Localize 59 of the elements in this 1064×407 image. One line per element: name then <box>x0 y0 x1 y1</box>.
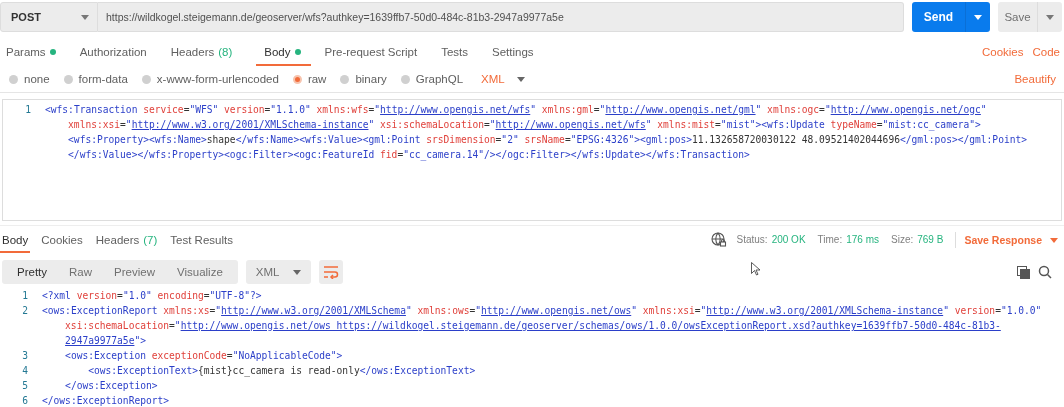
code-line: </ows:ExceptionReport> <box>42 394 171 407</box>
code-line: <ows:ExceptionReport xmlns:xs="http://www.w3.org/2001/XMLSchema" xmlns:ows="http://www.opengis.net/ows" xmlns:xsi="http://www.w3.org/2001/XMLSchema-instance" version="1.0.0" xsi:schemaLocation="http://www.opengis.net/ows https://wildkogel.steigemann.de/geoserver/schemas/ows/1.0.0/owsExceptionReport.xsd?authkey=1639ffb7-50d0-484c-81b3-2947a9977a5e"> <box>42 304 1043 348</box>
request-tab[interactable]: Authorization <box>79 38 157 66</box>
caret-icon <box>516 76 525 82</box>
caret-icon <box>1046 14 1054 20</box>
meta-label: Time: <box>817 233 843 247</box>
mouse-pointer-icon <box>751 262 760 276</box>
line-number: 3 <box>21 349 29 363</box>
search-icon[interactable] <box>1038 265 1052 279</box>
view-mode-tab[interactable]: Raw <box>58 265 104 279</box>
code-line: <?xml version="1.0" encoding="UTF-8"?> <box>42 289 263 303</box>
caret-icon <box>81 14 89 20</box>
body-type-radio[interactable]: raw <box>292 72 327 86</box>
request-body-editor[interactable] <box>2 99 1062 221</box>
line-number: 6 <box>21 394 29 407</box>
line-number: 4 <box>21 364 29 378</box>
response-tab[interactable]: Headers (7) <box>93 227 160 253</box>
request-tab[interactable]: Settings <box>492 38 544 66</box>
body-type-radio[interactable]: form-data <box>63 72 128 86</box>
body-type-radio[interactable]: x-www-form-urlencoded <box>141 72 279 86</box>
request-tab[interactable]: Body <box>256 38 311 66</box>
line-number: 1 <box>21 289 29 303</box>
request-tab[interactable]: Pre-request Script <box>324 38 428 66</box>
body-type-radio[interactable]: binary <box>340 72 387 86</box>
meta-label: Status: <box>736 233 768 247</box>
meta-label: Size: <box>891 233 914 247</box>
view-mode-tab[interactable]: Pretty <box>6 265 59 279</box>
code-line: <ows:Exception exceptionCode="NoApplicableCode"> <box>64 349 344 363</box>
globe-lock-icon[interactable] <box>710 232 727 248</box>
view-mode-tab[interactable]: Preview <box>103 265 166 279</box>
save-button[interactable]: Save <box>998 2 1062 32</box>
request-tab[interactable]: Headers (8) <box>170 38 243 66</box>
wrap-lines-button[interactable] <box>319 260 344 284</box>
method-dropdown[interactable]: POST <box>0 2 98 32</box>
response-tab[interactable]: Test Results <box>168 227 235 253</box>
meta-value: 769 B <box>917 233 944 247</box>
caret-icon <box>974 14 982 20</box>
response-tab[interactable]: Cookies <box>39 227 85 253</box>
body-type-radio[interactable]: none <box>9 72 50 86</box>
line-number: 2 <box>21 304 29 318</box>
caret-icon <box>1050 237 1058 243</box>
caret-icon <box>293 269 302 275</box>
code-line: <ows:ExceptionText>{mist}cc_camera is read-only</ows:ExceptionText> <box>87 364 477 378</box>
wrap-lines-icon <box>323 265 340 279</box>
format-dropdown[interactable]: XML <box>245 260 312 284</box>
code-line: </ows:Exception> <box>64 379 159 393</box>
body-type-radio[interactable]: GraphQL <box>400 72 464 86</box>
line-number: 1 <box>24 103 32 117</box>
url-field[interactable]: https://wildkogel.steigemann.de/geoserver/wfs?authkey=1639ffb7-50d0-484c-81b3-2947a9977a5e <box>98 2 904 32</box>
meta-value: 200 OK <box>771 233 806 247</box>
request-tab[interactable]: Tests <box>441 38 479 66</box>
line-number: 5 <box>21 379 29 393</box>
send-button[interactable]: Send <box>912 2 990 32</box>
response-tab[interactable]: Body <box>0 227 31 253</box>
copy-icon[interactable] <box>1017 265 1030 279</box>
meta-value: 176 ms <box>846 233 879 247</box>
code-line: <wfs:Transaction service="WFS" version="1.1.0" xmlns:wfs="http://www.opengis.net/wfs" xmlns:gml="http://www.opengis.net/gml" xmlns:ogc="http://www.opengis.net/ogc" xmlns:xsi="http://www.w3.org/2001/XMLSchema-instance" xsi:schemaLocation="http://www.opengis.net/wfs" xmlns:mist="mist"><wfs:Update typeName="mist:cc_camera"><wfs:Property><wfs:Name>shape</wfs:Name><wfs:Value><gml:Point srsDimension="2" srsName="EPSG:4326"><gml:pos>11.132658720030122 48.09521402044696</gml:pos></gml:Point></wfs:Value></wfs:Property><ogc:Filter><ogc:FeatureId fid="cc_camera.14"/></ogc:Filter></wfs:Update></wfs:Transaction> <box>45 103 1029 162</box>
view-mode-tab[interactable]: Visualize <box>165 265 234 279</box>
request-tab[interactable]: Params <box>6 38 66 66</box>
